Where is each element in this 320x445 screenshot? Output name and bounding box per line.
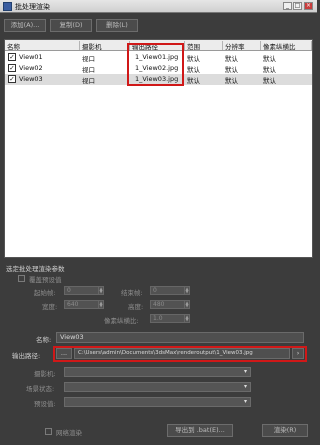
column-aspect[interactable]: 像素纵横比 [261, 41, 312, 51]
preset-label: 预设值: [34, 400, 56, 408]
pixel-aspect-spinner[interactable]: 1.0 ▲ ▼ [150, 314, 190, 323]
row-resolution: 默认 [225, 55, 238, 63]
row-checkbox[interactable]: ✓ [8, 64, 16, 72]
export-bat-button[interactable]: 导出到 .bat(E)... [167, 424, 233, 437]
width-spinner[interactable]: 640 ▲ ▼ [64, 300, 104, 309]
spinner-arrows-icon[interactable]: ▲ ▼ [184, 301, 189, 308]
minimize-button[interactable]: _ [283, 2, 292, 10]
add-button[interactable]: 添加(A)... [4, 19, 46, 32]
spinner-arrows-icon[interactable]: ▲ ▼ [98, 287, 103, 294]
override-preset-checkbox[interactable] [18, 275, 25, 282]
preset-dropdown[interactable]: ▾ [64, 397, 251, 407]
column-name[interactable]: 名称 [5, 41, 80, 51]
end-frame-spinner[interactable]: 0 ▲ ▼ [150, 286, 190, 295]
row-aspect: 默认 [263, 55, 276, 63]
row-resolution: 默认 [225, 66, 238, 74]
row-range: 默认 [187, 77, 200, 85]
row-aspect: 默认 [263, 77, 276, 85]
pixel-aspect-value: 1.0 [153, 315, 163, 322]
pixel-aspect-label: 像素纵横比: [104, 317, 139, 325]
height-label: 高度: [128, 303, 144, 311]
net-render-checkbox[interactable] [45, 428, 52, 435]
output-column-highlight [127, 43, 184, 86]
row-camera: 视口 [82, 66, 95, 74]
render-button[interactable]: 渲染(R) [262, 424, 308, 437]
params-panel: 选定批处理渲染参数 覆盖预设值 起始帧: 0 ▲ ▼ 结束帧: 0 ▲ ▼ 宽度: 64… [4, 262, 313, 422]
copy-button[interactable]: 复制(D) [50, 19, 92, 32]
chevron-down-icon: ▾ [243, 383, 247, 390]
end-frame-value: 0 [153, 287, 157, 294]
row-checkbox[interactable]: ✓ [8, 53, 16, 61]
maximize-button[interactable]: □ [293, 2, 302, 10]
output-path-highlight [53, 346, 307, 362]
scene-state-label: 场景状态: [26, 385, 55, 393]
row-camera: 视口 [82, 55, 95, 63]
net-render-label: 网络渲染 [56, 429, 82, 437]
width-label: 宽度: [42, 303, 58, 311]
spinner-arrows-icon[interactable]: ▲ ▼ [184, 287, 189, 294]
row-resolution: 默认 [225, 77, 238, 85]
name-label: 名称: [36, 336, 52, 344]
scene-state-dropdown[interactable]: ▾ [64, 382, 251, 392]
params-section-title: 选定批处理渲染参数 [6, 265, 65, 273]
end-frame-label: 结束帧: [121, 289, 143, 297]
column-resolution[interactable]: 分辨率 [223, 41, 261, 51]
row-range: 默认 [187, 66, 200, 74]
spinner-arrows-icon[interactable]: ▲ ▼ [98, 301, 103, 308]
job-list[interactable]: 名称 摄影机 输出路径 范围 分辨率 像素纵横比 ✓ View01 视口 1_V… [4, 39, 313, 258]
name-field[interactable]: View03 [56, 332, 304, 343]
row-aspect: 默认 [263, 66, 276, 74]
title-bar: 批处理渲染 _ □ × [0, 0, 317, 13]
row-range: 默认 [187, 55, 200, 63]
height-spinner[interactable]: 480 ▲ ▼ [150, 300, 190, 309]
camera-dropdown[interactable]: ▾ [64, 367, 251, 377]
height-value: 480 [153, 301, 165, 308]
row-name: View01 [19, 53, 43, 61]
row-checkbox[interactable]: ✓ [8, 75, 16, 83]
output-path-label: 输出路径: [12, 352, 41, 360]
override-preset-label: 覆盖预设值 [29, 276, 62, 284]
column-range[interactable]: 范围 [185, 41, 223, 51]
close-button[interactable]: × [304, 2, 313, 10]
chevron-down-icon: ▾ [243, 368, 247, 375]
spinner-arrows-icon[interactable]: ▲ ▼ [184, 315, 189, 322]
row-name: View02 [19, 64, 43, 72]
start-frame-spinner[interactable]: 0 ▲ ▼ [64, 286, 104, 295]
app-icon [3, 2, 12, 11]
column-camera[interactable]: 摄影机 [80, 41, 130, 51]
window-title: 批处理渲染 [15, 3, 50, 11]
start-frame-label: 起始帧: [34, 289, 56, 297]
width-value: 640 [67, 301, 79, 308]
row-name: View03 [19, 75, 43, 83]
start-frame-value: 0 [67, 287, 71, 294]
row-camera: 视口 [82, 77, 95, 85]
delete-button[interactable]: 删除(L) [96, 19, 138, 32]
camera-label: 摄影机: [34, 370, 56, 378]
chevron-down-icon: ▾ [243, 398, 247, 405]
